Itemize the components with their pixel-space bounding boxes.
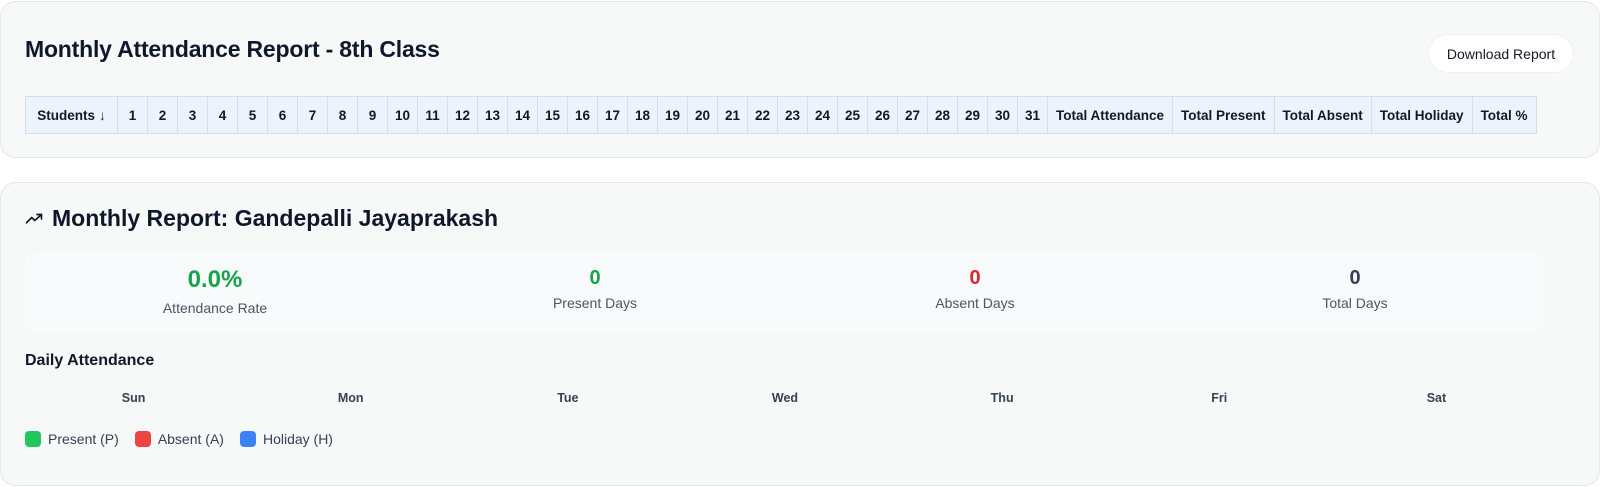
day-column-header: 15 [537,96,568,134]
student-report-card: Monthly Report: Gandepalli Jayaprakash 0… [0,182,1600,486]
legend-swatch-absent [134,431,151,447]
present-days-label: Present Days [552,295,638,311]
absent-days-label: Absent Days [935,295,1015,311]
total-days-label: Total Days [1322,295,1388,311]
legend: Present (P) Absent (A) Holiday (H) [25,431,349,447]
day-column-header: 6 [267,96,298,134]
day-column-header: 29 [957,96,988,134]
report-title: Monthly Report: Gandepalli Jayaprakash [25,205,498,232]
day-column-header: 10 [387,96,418,134]
day-column-header: 22 [747,96,778,134]
day-column-header: 23 [777,96,808,134]
weekday-label: Mon [337,391,364,405]
day-column-header: 30 [987,96,1018,134]
attendance-rate-value: 0.0% [187,266,243,293]
weekday-header: Sun Mon Tue Wed Thu Fri Sat [25,391,1545,405]
weekday-label: Fri [1211,391,1228,405]
legend-label-holiday: Holiday (H) [262,431,333,447]
day-column-header: 5 [237,96,268,134]
absent-days-value: 0 [969,267,981,289]
attendance-table: Students ↓ 1 2 3 4 5 6 7 8 9 10 11 12 13 … [25,96,1537,134]
total-days-value: 0 [1349,267,1361,289]
stats-panel: 0.0% Attendance Rate 0 Present Days 0 Ab… [25,252,1545,333]
day-column-header: 25 [837,96,868,134]
arrow-down-icon: ↓ [99,107,106,123]
legend-swatch-holiday [239,431,256,447]
day-column-header: 27 [897,96,928,134]
attendance-rate-stat: 0.0% Attendance Rate [25,252,405,333]
total-present-header: Total Present [1172,96,1275,134]
weekday-label: Tue [557,391,579,405]
legend-item-absent: Absent (A) [134,431,224,447]
trending-up-icon [25,213,43,224]
attendance-report-card: Monthly Attendance Report - 8th Class Do… [0,1,1600,158]
legend-swatch-present [25,431,41,447]
total-percent-header: Total % [1471,96,1537,134]
present-days-value: 0 [589,267,601,289]
day-column-header: 24 [807,96,838,134]
daily-attendance-title: Daily Attendance [25,352,155,369]
total-absent-header: Total Absent [1273,96,1372,134]
day-column-header: 12 [447,96,478,134]
day-column-header: 1 [117,96,148,134]
legend-item-present: Present (P) [25,431,119,447]
day-column-header: 21 [717,96,748,134]
table-header-row: Students ↓ 1 2 3 4 5 6 7 8 9 10 11 12 13 … [25,96,1537,134]
day-column-header: 4 [207,96,238,134]
total-holiday-header: Total Holiday [1370,96,1473,134]
students-column-header[interactable]: Students ↓ [25,96,118,134]
weekday-label: Sat [1426,391,1447,405]
day-column-header: 20 [687,96,718,134]
day-column-header: 7 [297,96,328,134]
legend-label-absent: Absent (A) [157,431,224,447]
download-report-button[interactable]: Download Report [1428,34,1574,73]
total-days-stat: 0 Total Days [1165,252,1545,333]
day-column-header: 9 [357,96,388,134]
day-column-header: 13 [477,96,508,134]
day-column-header: 8 [327,96,358,134]
absent-days-stat: 0 Absent Days [785,252,1165,333]
weekday-label: Thu [990,391,1014,405]
legend-label-present: Present (P) [48,431,119,447]
report-title-text: Monthly Report: Gandepalli Jayaprakash [52,205,499,231]
day-column-header: 14 [507,96,538,134]
students-header-label: Students [37,107,95,123]
page-title: Monthly Attendance Report - 8th Class [25,36,440,62]
present-days-stat: 0 Present Days [405,252,785,333]
day-column-header: 3 [177,96,208,134]
weekday-label: Wed [771,391,799,405]
day-column-header: 17 [597,96,628,134]
weekday-label: Sun [121,391,146,405]
day-column-header: 26 [867,96,898,134]
day-column-header: 2 [147,96,178,134]
day-column-header: 18 [627,96,658,134]
day-column-header: 31 [1017,96,1048,134]
day-column-header: 19 [657,96,688,134]
day-column-header: 11 [417,96,448,134]
day-column-header: 28 [927,96,958,134]
attendance-rate-label: Attendance Rate [162,300,268,316]
day-column-header: 16 [567,96,598,134]
total-attendance-header: Total Attendance [1046,96,1174,134]
legend-item-holiday: Holiday (H) [239,431,333,447]
